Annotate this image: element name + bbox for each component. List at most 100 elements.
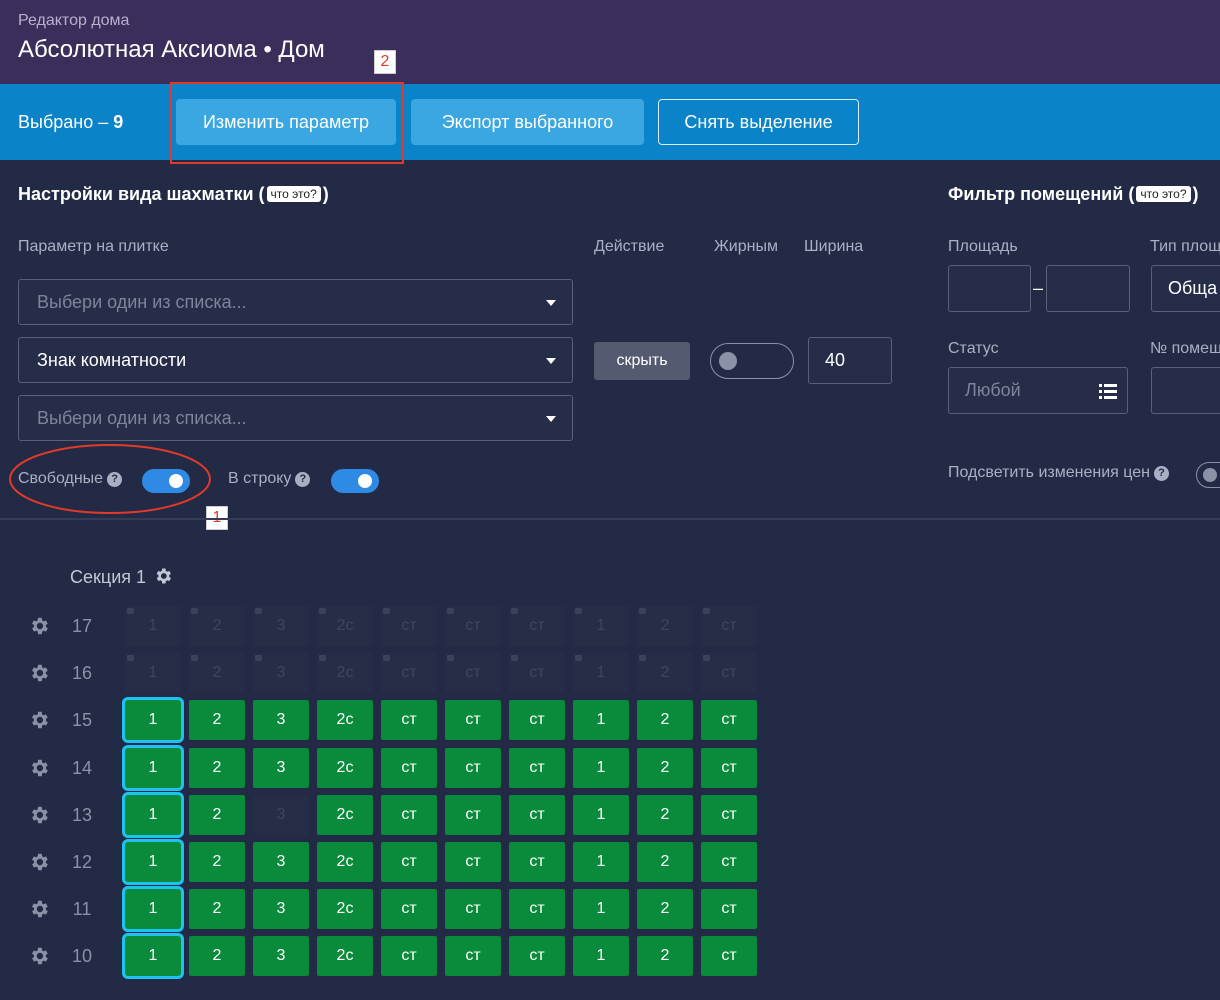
apartment-cell[interactable]: ст: [509, 889, 565, 930]
apartment-cell[interactable]: 2: [189, 700, 245, 741]
floor-gear-icon[interactable]: [28, 757, 50, 779]
apartment-cell[interactable]: 3: [253, 747, 309, 788]
section-gear-icon[interactable]: [153, 566, 173, 586]
apartment-cell[interactable]: ст: [445, 747, 501, 788]
apartment-cell[interactable]: ст: [509, 842, 565, 882]
apartment-cell[interactable]: ст: [701, 747, 757, 788]
apartment-cell[interactable]: ст: [509, 794, 565, 835]
param-select-3[interactable]: Выбери один из списка...: [18, 395, 573, 441]
apartment-cell[interactable]: 1: [573, 936, 629, 977]
apartment-cell[interactable]: ст: [381, 794, 437, 835]
floor-gear-icon[interactable]: [28, 709, 50, 731]
apartment-cell[interactable]: 2: [637, 936, 693, 977]
apartment-cell[interactable]: 2с: [317, 842, 373, 882]
selected-count: Выбрано – 9: [18, 112, 124, 132]
area-type-select[interactable]: Обща: [1151, 265, 1220, 312]
param-select-1[interactable]: Выбери один из списка...: [18, 279, 573, 325]
apartment-cell[interactable]: ст: [445, 842, 501, 882]
apartment-cell[interactable]: 3: [253, 700, 309, 741]
param-select-2[interactable]: Знак комнатности: [18, 337, 573, 383]
highlight-price-knob: [1203, 468, 1217, 482]
apartment-cell[interactable]: ст: [381, 700, 437, 741]
bold-toggle[interactable]: [710, 343, 794, 379]
apartment-cell[interactable]: ст: [701, 794, 757, 835]
apartment-cell[interactable]: ст: [509, 936, 565, 977]
apartment-cell[interactable]: ст: [509, 700, 565, 741]
width-value: 40: [825, 350, 846, 370]
apartment-cell[interactable]: 1: [125, 842, 181, 882]
floor-gear-icon[interactable]: [28, 898, 50, 920]
width-input[interactable]: 40: [808, 337, 892, 384]
apartment-cell[interactable]: 2: [189, 936, 245, 977]
apartment-cell[interactable]: ст: [381, 936, 437, 977]
apartment-cell[interactable]: 2с: [317, 747, 373, 788]
help-icon[interactable]: ?: [295, 472, 311, 487]
apartment-cell[interactable]: 3: [253, 794, 309, 835]
apartment-cell[interactable]: 1: [125, 794, 181, 835]
apartment-cell[interactable]: 1: [573, 842, 629, 882]
apartment-cell[interactable]: ст: [381, 747, 437, 788]
room-filter-help-link[interactable]: что это?: [1136, 186, 1191, 202]
apartment-cell[interactable]: 2: [637, 700, 693, 741]
apartment-cell[interactable]: ст: [381, 889, 437, 930]
comment-icon: [319, 608, 326, 614]
apartment-cell[interactable]: ст: [445, 794, 501, 835]
apartment-cell[interactable]: 1: [125, 700, 181, 741]
clear-selection-button[interactable]: Снять выделение: [658, 99, 859, 145]
area-min-input[interactable]: [948, 265, 1031, 312]
width-label: Ширина: [804, 238, 864, 255]
apartment-cell[interactable]: 2с: [317, 794, 373, 835]
apartment-cell[interactable]: 1: [573, 747, 629, 788]
apartment-cell[interactable]: ст: [445, 889, 501, 930]
apartment-cell[interactable]: 3: [253, 936, 309, 977]
apartment-cell[interactable]: ст: [701, 842, 757, 882]
apartment-cell[interactable]: 1: [573, 794, 629, 835]
apartment-cell[interactable]: ст: [509, 747, 565, 788]
apartment-cell[interactable]: ст: [445, 936, 501, 977]
chevron-down-icon: [546, 358, 556, 364]
apartment-cell[interactable]: 2: [189, 889, 245, 930]
apartment-cell[interactable]: 1: [125, 936, 181, 977]
highlight-price-toggle[interactable]: [1196, 462, 1220, 488]
apartment-cell[interactable]: 2: [637, 794, 693, 835]
apartment-cell[interactable]: ст: [445, 700, 501, 741]
apartment-cell[interactable]: 2: [637, 889, 693, 930]
apartment-cell[interactable]: ст: [701, 889, 757, 930]
status-select[interactable]: Любой: [948, 367, 1128, 414]
hide-action-button[interactable]: скрыть: [594, 342, 690, 380]
apartment-cell[interactable]: 2: [637, 747, 693, 788]
inline-toggle[interactable]: [331, 469, 379, 493]
help-icon[interactable]: ?: [1153, 466, 1169, 481]
apartment-cell[interactable]: ст: [381, 842, 437, 882]
apartment-cell[interactable]: 2с: [317, 936, 373, 977]
apartment-cell[interactable]: 3: [253, 889, 309, 930]
export-selected-button[interactable]: Экспорт выбранного: [411, 99, 644, 145]
apartment-cell[interactable]: 1: [573, 700, 629, 741]
apartment-cell[interactable]: 1: [125, 889, 181, 930]
floor-gear-icon[interactable]: [28, 945, 50, 967]
apartment-cell[interactable]: 1: [125, 747, 181, 788]
area-max-input[interactable]: [1046, 265, 1130, 312]
apartment-cell[interactable]: 3: [253, 842, 309, 882]
apartment-cell[interactable]: 2: [189, 747, 245, 788]
apartment-cell[interactable]: 2: [189, 842, 245, 882]
comment-icon: [639, 608, 646, 614]
view-settings-help-link[interactable]: что это?: [266, 186, 321, 202]
apartment-cell[interactable]: 1: [573, 889, 629, 930]
floor-gear-icon[interactable]: [28, 851, 50, 873]
floor-gear-icon[interactable]: [28, 615, 50, 637]
area-type-value: Обща: [1168, 278, 1218, 298]
floor-gear-icon[interactable]: [28, 662, 50, 684]
apartment-cell[interactable]: 2: [637, 842, 693, 882]
comment-icon: [255, 655, 262, 662]
view-settings-title: Настройки вида шахматки (что это?): [18, 184, 329, 204]
floor-gear-icon[interactable]: [28, 804, 50, 826]
apartment-cell[interactable]: ст: [701, 700, 757, 741]
room-number-input[interactable]: [1151, 367, 1220, 414]
apartment-cell[interactable]: ст: [701, 936, 757, 977]
floor-number: 16: [71, 663, 93, 684]
apartment-cell[interactable]: 2с: [317, 700, 373, 741]
apartment-cell[interactable]: 2: [189, 794, 245, 835]
comment-icon: [575, 655, 582, 662]
apartment-cell[interactable]: 2с: [317, 889, 373, 930]
